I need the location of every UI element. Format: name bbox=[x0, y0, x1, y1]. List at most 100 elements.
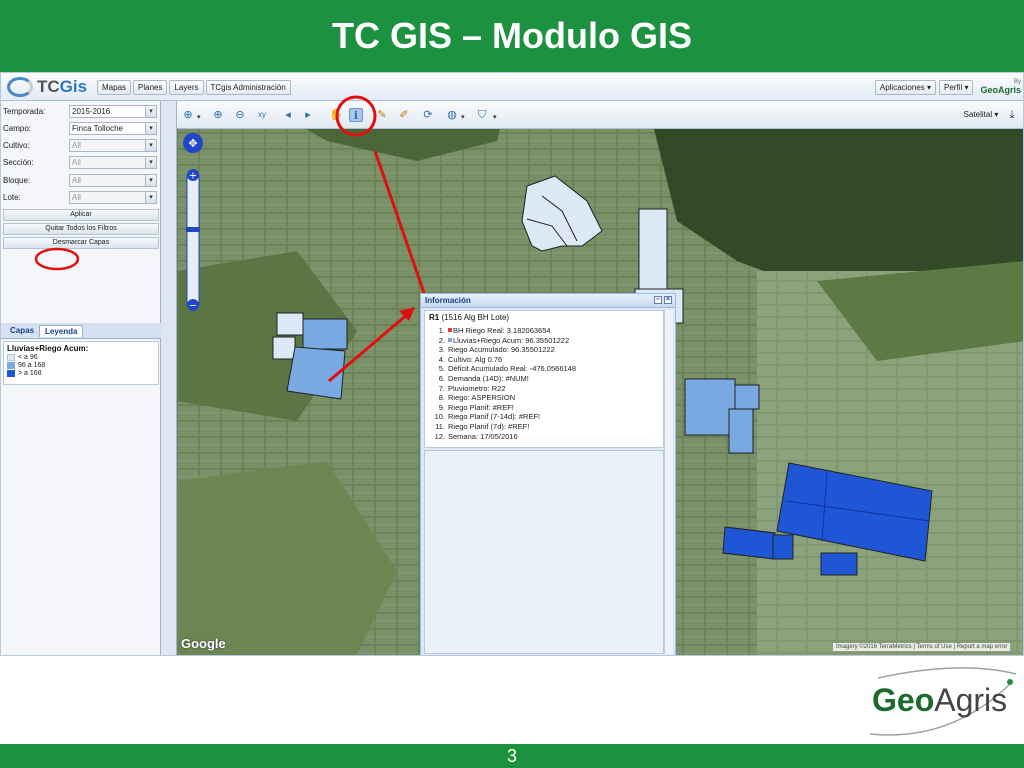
info-attribute-line: 6. Demanda (14D): #NUM! bbox=[438, 373, 529, 383]
info-attribute-line: 1. BH Riego Real: 3.182063654 bbox=[438, 326, 551, 335]
legend-item: 96 a 168 bbox=[7, 362, 155, 369]
draw-icon[interactable]: ✐ bbox=[397, 108, 411, 122]
campo-select[interactable]: Finca Tolloche ▾ bbox=[69, 122, 157, 135]
record-id: R1 bbox=[429, 313, 440, 322]
close-icon[interactable]: × bbox=[664, 296, 672, 304]
legend-swatch bbox=[7, 362, 15, 369]
perfil-menu[interactable]: Perfil ▾ bbox=[939, 79, 974, 95]
svg-text:−: − bbox=[189, 301, 197, 312]
map-attribution: Imagery ©2016 TerraMetrics | Terms of Us… bbox=[833, 643, 1011, 651]
legend-swatch bbox=[7, 370, 15, 377]
nav-mapas-button[interactable]: Mapas bbox=[97, 80, 132, 95]
title-bar: TC GIS – Modulo GIS bbox=[0, 0, 1024, 72]
panel-tabs: Capas Leyenda bbox=[1, 323, 161, 339]
temporada-select[interactable]: 2015-2016 ▾ bbox=[69, 105, 157, 118]
slide-title: TC GIS – Modulo GIS bbox=[332, 15, 692, 56]
chevron-down-icon: ▾ bbox=[145, 175, 156, 186]
info-window-body: R1 (1516 Alg BH Lote) 1. BH Riego Real: 3… bbox=[424, 310, 664, 448]
aplicaciones-menu[interactable]: Aplicaciones ▾ bbox=[874, 79, 937, 95]
top-nav: Mapas Planes Layers TCgis Administración bbox=[97, 80, 291, 95]
google-logo: Google bbox=[181, 636, 226, 651]
info-window-header: Información – × bbox=[421, 294, 675, 308]
terms-of-use-link[interactable]: Terms of Use bbox=[916, 644, 951, 650]
info-attribute-line: 3. Riego Acumulado: 96.35501222 bbox=[438, 345, 555, 355]
report-map-error-link[interactable]: Report a map error bbox=[957, 644, 1008, 650]
logo-geo: Geo bbox=[872, 682, 935, 718]
nav-planes-button[interactable]: Planes bbox=[133, 80, 168, 95]
info-attribute-line: 2. Lluvias+Riego Acum: 96.35501222 bbox=[438, 335, 570, 345]
filter-lote: Lote: All ▾ bbox=[3, 191, 159, 204]
legend-swatch bbox=[7, 354, 15, 361]
geoagris-logo: GeoAgris bbox=[860, 664, 1020, 742]
info-window-lower bbox=[424, 450, 664, 654]
previous-extent-icon[interactable]: ◂ bbox=[281, 108, 295, 122]
filter-seccion: Sección: All ▾ bbox=[3, 156, 159, 169]
info-attribute-line: 11. Riego Planif (7d): #REF! bbox=[435, 421, 530, 431]
info-attribute-line: 7. Pluviometro: R22 bbox=[438, 383, 506, 393]
nav-admin-button[interactable]: TCgis Administración bbox=[205, 80, 291, 95]
info-attribute-line: 4. Cultivo: Alg 0.76 bbox=[438, 354, 503, 364]
tab-capas[interactable]: Capas bbox=[5, 325, 39, 336]
filter-temporada: Temporada: 2015-2016 ▾ bbox=[3, 105, 159, 118]
cultivo-select[interactable]: All ▾ bbox=[69, 139, 157, 152]
minimize-icon[interactable]: – bbox=[654, 296, 662, 304]
filter-label: Lote: bbox=[3, 193, 21, 202]
info-attribute-line: 9. Riego Planif: #REF! bbox=[438, 402, 514, 412]
top-right-menu: Aplicaciones ▾ Perfil ▾ By GeoAgris bbox=[874, 79, 1021, 95]
filter-label: Campo: bbox=[3, 124, 32, 133]
info-window: Información – × R1 (1516 Alg BH Lote) 1.… bbox=[420, 293, 676, 655]
footer-bar: 3 bbox=[0, 744, 1024, 768]
filter-label: Sección: bbox=[3, 158, 34, 167]
download-icon[interactable]: ⤓ bbox=[1005, 108, 1019, 122]
tab-leyenda[interactable]: Leyenda bbox=[39, 325, 84, 337]
desmarcar-capas-button[interactable]: Desmarcar Capas bbox=[3, 237, 159, 249]
filter-campo: Campo: Finca Tolloche ▾ bbox=[3, 122, 159, 135]
logo-agris: Agris bbox=[934, 682, 1008, 718]
chevron-down-icon: ▾ bbox=[145, 106, 156, 117]
xy-coordinates-icon[interactable]: xy bbox=[255, 108, 269, 122]
info-attribute-line: 5. Déficit Acumulado Real: -476.0566148 bbox=[438, 364, 576, 374]
filter-bloque: Bloque: All ▾ bbox=[3, 174, 159, 187]
zoom-extent-icon[interactable]: ⊕ bbox=[181, 108, 195, 122]
chevron-down-icon: ▾ bbox=[145, 157, 156, 168]
page-number: 3 bbox=[506, 745, 517, 766]
filter-panel: Temporada: 2015-2016 ▾ Campo: Finca Tollo… bbox=[1, 101, 161, 655]
filter-label: Temporada: bbox=[3, 107, 46, 116]
chevron-down-icon: ▾ bbox=[145, 192, 156, 203]
lote-select[interactable]: All ▾ bbox=[69, 191, 157, 204]
aplicar-button[interactable]: Aplicar bbox=[3, 209, 159, 221]
filter-icon[interactable]: ⛉ bbox=[475, 108, 489, 122]
refresh-icon[interactable]: ⟳ bbox=[421, 108, 435, 122]
filter-label: Bloque: bbox=[3, 176, 31, 185]
record-desc: (1516 Alg BH Lote) bbox=[441, 313, 510, 322]
filter-label: Cultivo: bbox=[3, 141, 30, 150]
filter-cultivo: Cultivo: All ▾ bbox=[3, 139, 159, 152]
logo-text-tc: TC bbox=[37, 77, 60, 96]
quitar-filtros-button[interactable]: Quitar Todos los Filtros bbox=[3, 223, 159, 235]
legend-item: > a 168 bbox=[7, 370, 155, 377]
map-toolbar: ⊕ ▾ ⊕ ⊖ xy ◂ ▸ ✋ ℹ ✎ ✐ ⟳ ◍ ▾ ⛉ ▾ Satelit… bbox=[177, 101, 1023, 129]
zoom-slider[interactable]: ✥ + − bbox=[181, 133, 205, 313]
info-attribute-list: 1. BH Riego Real: 3.182063654 2. Lluvias+Ri… bbox=[429, 326, 659, 441]
next-extent-icon[interactable]: ▸ bbox=[301, 108, 315, 122]
info-attribute-line: 12. Semana: 17/05/2016 bbox=[434, 431, 518, 441]
panel-splitter[interactable] bbox=[161, 101, 177, 655]
svg-text:+: + bbox=[189, 171, 197, 182]
basemap-selector[interactable]: Satelital ▾ bbox=[961, 108, 1001, 122]
tcgis-logo: TCGis bbox=[7, 77, 87, 97]
seccion-select[interactable]: All ▾ bbox=[69, 156, 157, 169]
nav-layers-button[interactable]: Layers bbox=[169, 80, 204, 95]
layers-icon[interactable]: ◍ bbox=[445, 108, 459, 122]
color-marker-icon bbox=[448, 337, 452, 342]
bloque-select[interactable]: All ▾ bbox=[69, 174, 157, 187]
app-header: TCGis Mapas Planes Layers TCgis Administ… bbox=[1, 73, 1023, 101]
legend-item: < a 96 bbox=[7, 354, 155, 361]
legend: Lluvias+Riego Acum: < a 96 96 a 168 > a … bbox=[3, 341, 159, 385]
app-screenshot: TCGis Mapas Planes Layers TCgis Administ… bbox=[0, 72, 1024, 656]
zoom-out-icon[interactable]: ⊖ bbox=[233, 108, 247, 122]
zoom-in-icon[interactable]: ⊕ bbox=[211, 108, 225, 122]
annotation-circle-leyenda bbox=[34, 247, 80, 271]
globe-icon bbox=[7, 77, 33, 97]
annotation-circle-identify bbox=[335, 95, 377, 137]
info-scrollbar[interactable] bbox=[664, 310, 673, 654]
